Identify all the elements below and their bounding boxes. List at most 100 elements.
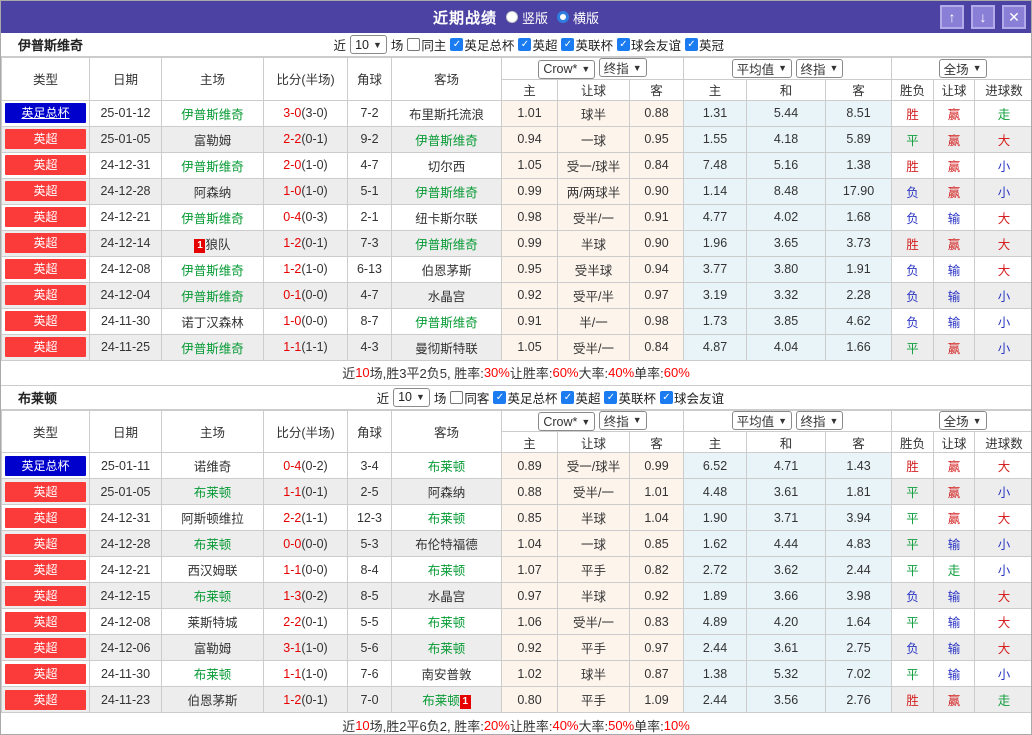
league-badge[interactable]: 英超 xyxy=(5,507,86,528)
scope-select[interactable]: 全场 ▼ xyxy=(938,58,987,78)
bookmaker-select[interactable]: Crow* ▼ xyxy=(538,59,596,79)
team-link[interactable]: 切尔西 xyxy=(428,160,466,174)
team-link[interactable]: 布莱顿 xyxy=(428,642,466,656)
checkbox-checked-icon[interactable]: ✓ xyxy=(616,38,630,51)
team-link[interactable]: 布莱顿 xyxy=(428,512,466,526)
team-link[interactable]: 伊普斯维奇 xyxy=(181,212,244,226)
team-link[interactable]: 伊普斯维奇 xyxy=(181,264,244,278)
close-button[interactable]: ✕ xyxy=(1002,5,1026,29)
league-badge[interactable]: 英超 xyxy=(5,181,86,201)
bookmaker-select[interactable]: Crow* ▼ xyxy=(538,412,596,431)
team-link[interactable]: 伊普斯维奇 xyxy=(181,342,244,356)
team-link[interactable]: 布莱顿 xyxy=(194,538,232,552)
league-filter-checkbox[interactable]: ✓ 英足总杯 xyxy=(450,35,514,54)
league-badge[interactable]: 英超 xyxy=(5,611,86,632)
scope-select[interactable]: 全场 ▼ xyxy=(938,411,987,431)
team-link[interactable]: 布莱顿 xyxy=(422,694,460,708)
team-link[interactable]: 布莱顿 xyxy=(194,486,232,500)
team-link[interactable]: 阿森纳 xyxy=(194,186,232,200)
league-badge[interactable]: 英足总杯 xyxy=(5,455,86,476)
team-link[interactable]: 伊普斯维奇 xyxy=(181,290,244,304)
league-filter-checkbox[interactable]: ✓ 英联杯 xyxy=(604,388,656,407)
move-up-button[interactable]: ↑ xyxy=(940,5,964,29)
radio-checked-icon[interactable] xyxy=(557,11,569,23)
league-badge[interactable]: 英超 xyxy=(5,337,86,357)
team-link[interactable]: 布莱顿 xyxy=(194,590,232,604)
average-select[interactable]: 平均值 ▼ xyxy=(731,411,793,431)
checkbox-checked-icon[interactable]: ✓ xyxy=(518,38,532,51)
team-link[interactable]: 富勒姆 xyxy=(194,134,232,148)
league-badge[interactable]: 英超 xyxy=(5,311,86,331)
team-link[interactable]: 布莱顿 xyxy=(194,668,232,682)
checkbox-checked-icon[interactable]: ✓ xyxy=(561,390,575,404)
league-badge[interactable]: 英超 xyxy=(5,481,86,502)
team-link[interactable]: 曼彻斯特联 xyxy=(415,342,478,356)
league-filter-checkbox[interactable]: ✓ 球会友谊 xyxy=(616,35,681,54)
league-badge[interactable]: 英超 xyxy=(5,663,86,684)
layout-radio-vertical[interactable]: 竖版 xyxy=(505,8,548,27)
team-link[interactable]: 伯恩茅斯 xyxy=(421,264,471,278)
team-link[interactable]: 布伦特福德 xyxy=(415,538,478,552)
match-count-select[interactable]: 10 ▼ xyxy=(350,35,387,54)
radio-unchecked-icon[interactable] xyxy=(505,11,518,23)
same-venue-checkbox[interactable]: 同主 xyxy=(407,35,446,54)
league-badge[interactable]: 英超 xyxy=(5,533,86,554)
league-badge[interactable]: 英超 xyxy=(5,207,86,227)
team-link[interactable]: 西汉姆联 xyxy=(187,564,237,578)
league-filter-checkbox[interactable]: ✓ 英超 xyxy=(561,388,600,407)
team-link[interactable]: 南安普敦 xyxy=(421,668,471,682)
team-link[interactable]: 富勒姆 xyxy=(194,642,232,656)
league-badge[interactable]: 英超 xyxy=(5,559,86,580)
team-link[interactable]: 伊普斯维奇 xyxy=(415,186,478,200)
team-link[interactable]: 伊普斯维奇 xyxy=(181,160,244,174)
team-link[interactable]: 伊普斯维奇 xyxy=(181,108,244,122)
team-link[interactable]: 伊普斯维奇 xyxy=(415,238,478,252)
league-badge[interactable]: 英超 xyxy=(5,259,86,279)
team-link[interactable]: 水晶宫 xyxy=(428,590,466,604)
bookmaker-final-select[interactable]: 终指 ▼ xyxy=(598,410,647,430)
team-link[interactable]: 诺维奇 xyxy=(194,460,232,474)
average-select[interactable]: 平均值 ▼ xyxy=(731,58,793,78)
league-badge[interactable]: 英超 xyxy=(5,689,86,710)
move-down-button[interactable]: ↓ xyxy=(971,5,995,29)
league-badge[interactable]: 英超 xyxy=(5,585,86,606)
average-final-select[interactable]: 终指 ▼ xyxy=(795,411,844,431)
team-link[interactable]: 伊普斯维奇 xyxy=(415,316,478,330)
team-link[interactable]: 狼队 xyxy=(205,238,230,252)
checkbox-checked-icon[interactable]: ✓ xyxy=(659,390,673,404)
league-badge[interactable]: 英超 xyxy=(5,129,86,149)
team-link[interactable]: 诺丁汉森林 xyxy=(181,316,244,330)
average-final-select[interactable]: 终指 ▼ xyxy=(795,58,844,78)
checkbox-checked-icon[interactable]: ✓ xyxy=(684,38,698,51)
checkbox-unchecked-icon[interactable] xyxy=(450,390,464,404)
team-link[interactable]: 莱斯特城 xyxy=(187,616,237,630)
bookmaker-final-select[interactable]: 终指 ▼ xyxy=(598,58,647,77)
checkbox-checked-icon[interactable]: ✓ xyxy=(450,38,464,51)
team-link[interactable]: 伊普斯维奇 xyxy=(415,134,478,148)
checkbox-checked-icon[interactable]: ✓ xyxy=(561,38,575,51)
team-link[interactable]: 阿斯顿维拉 xyxy=(181,512,244,526)
league-badge[interactable]: 英足总杯 xyxy=(5,103,86,123)
team-link[interactable]: 纽卡斯尔联 xyxy=(415,212,478,226)
checkbox-unchecked-icon[interactable] xyxy=(407,38,421,51)
league-filter-checkbox[interactable]: ✓ 英超 xyxy=(518,35,557,54)
match-count-select[interactable]: 10 ▼ xyxy=(393,387,430,407)
team-link[interactable]: 布莱顿 xyxy=(428,460,466,474)
league-filter-checkbox[interactable]: ✓ 球会友谊 xyxy=(659,388,724,407)
league-badge[interactable]: 英超 xyxy=(5,233,86,253)
team-link[interactable]: 水晶宫 xyxy=(428,290,466,304)
checkbox-checked-icon[interactable]: ✓ xyxy=(493,390,507,404)
same-venue-checkbox[interactable]: 同客 xyxy=(450,388,489,407)
layout-radio-horizontal[interactable]: 横版 xyxy=(557,8,599,27)
team-link[interactable]: 阿森纳 xyxy=(428,486,466,500)
league-badge[interactable]: 英超 xyxy=(5,155,86,175)
league-badge[interactable]: 英超 xyxy=(5,285,86,305)
team-link[interactable]: 布莱顿 xyxy=(428,616,466,630)
league-filter-checkbox[interactable]: ✓ 英足总杯 xyxy=(493,388,557,407)
league-filter-checkbox[interactable]: ✓ 英联杯 xyxy=(561,35,613,54)
league-filter-checkbox[interactable]: ✓ 英冠 xyxy=(684,35,724,54)
team-link[interactable]: 布里斯托流浪 xyxy=(409,108,484,122)
league-badge[interactable]: 英超 xyxy=(5,637,86,658)
team-link[interactable]: 布莱顿 xyxy=(428,564,466,578)
checkbox-checked-icon[interactable]: ✓ xyxy=(604,390,618,404)
